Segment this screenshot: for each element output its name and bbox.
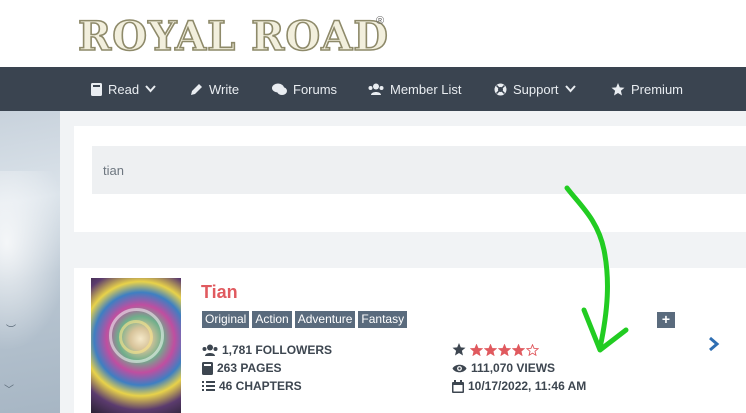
- nav-read-label: Read: [108, 81, 140, 97]
- star-empty-icon: [526, 343, 539, 356]
- users-icon: [202, 344, 218, 356]
- nav-forums-label: Forums: [293, 81, 338, 97]
- book-icon: [202, 361, 213, 375]
- chevron-right-icon-shape: [709, 336, 720, 352]
- rating-stars: [470, 343, 539, 356]
- star-filled-icon: [512, 343, 525, 356]
- eye-icon: [452, 364, 467, 372]
- nav-premium-label: Premium: [631, 81, 684, 97]
- nav-premium[interactable]: Premium: [611, 67, 683, 111]
- pencil-icon: [191, 83, 202, 95]
- royal-road-logo[interactable]: ROYAL ROAD ®: [76, 10, 396, 62]
- list-icon: [202, 381, 215, 391]
- chapters-count: 46 CHAPTERS: [219, 379, 302, 393]
- tag-original[interactable]: Original: [202, 311, 250, 328]
- followers-stat: 1,781 FOLLOWERS: [202, 343, 332, 357]
- registered-mark: ®: [376, 15, 384, 27]
- calendar-icon: [452, 379, 464, 393]
- nav-write[interactable]: Write: [190, 67, 239, 111]
- star-filled-icon: [484, 343, 497, 356]
- chevron-right-icon[interactable]: [708, 336, 720, 357]
- nav-write-label: Write: [209, 81, 240, 97]
- chevron-down-icon: [145, 85, 156, 93]
- logo-text: ROYAL ROAD: [78, 13, 389, 60]
- star-icon: [611, 82, 625, 95]
- nav-forums[interactable]: Forums: [272, 67, 337, 111]
- rating-stat: [452, 343, 539, 356]
- star-icon: [452, 343, 466, 356]
- tag-list: Original Action Adventure Fantasy: [202, 311, 408, 328]
- views-count: 111,070 VIEWS: [471, 361, 556, 375]
- bird-icon: ﹀: [4, 385, 14, 396]
- nav-read[interactable]: Read: [91, 67, 156, 111]
- nav-support-label: Support: [513, 81, 559, 97]
- chevron-down-icon: [564, 85, 576, 93]
- views-stat: 111,070 VIEWS: [452, 361, 555, 375]
- updated-stat: 10/17/2022, 11:46 AM: [452, 379, 586, 393]
- fiction-cover-image[interactable]: [91, 278, 181, 413]
- search-input-value: tian: [103, 162, 124, 178]
- tag-action[interactable]: Action: [252, 311, 292, 328]
- add-to-list-button[interactable]: +: [657, 312, 675, 328]
- background-image: ︶ ﹀: [0, 111, 70, 413]
- star-filled-icon: [498, 343, 511, 356]
- nav-member-list[interactable]: Member List: [368, 67, 462, 111]
- followers-count: 1,781 FOLLOWERS: [222, 343, 333, 357]
- tag-fantasy[interactable]: Fantasy: [358, 311, 408, 328]
- fiction-title[interactable]: Tian: [201, 282, 238, 303]
- star-filled-icon: [470, 343, 483, 356]
- search-input[interactable]: tian: [92, 146, 746, 194]
- comments-icon: [272, 83, 287, 95]
- last-updated: 10/17/2022, 11:46 AM: [468, 379, 587, 393]
- life-ring-icon: [494, 83, 507, 95]
- bird-icon: ︶: [6, 325, 16, 336]
- users-icon: [368, 83, 384, 95]
- nav-member-list-label: Member List: [390, 81, 462, 97]
- tag-adventure[interactable]: Adventure: [294, 311, 356, 328]
- site-header: ROYAL ROAD ®: [0, 0, 746, 67]
- main-nav: Read Write Forums Member List Support Pr…: [0, 67, 746, 111]
- pages-count: 263 PAGES: [217, 361, 282, 375]
- pages-stat: 263 PAGES: [202, 361, 281, 375]
- book-icon: [91, 82, 102, 96]
- chapters-stat: 46 CHAPTERS: [202, 379, 302, 393]
- nav-support[interactable]: Support: [494, 67, 576, 111]
- cover-ring: [119, 320, 153, 354]
